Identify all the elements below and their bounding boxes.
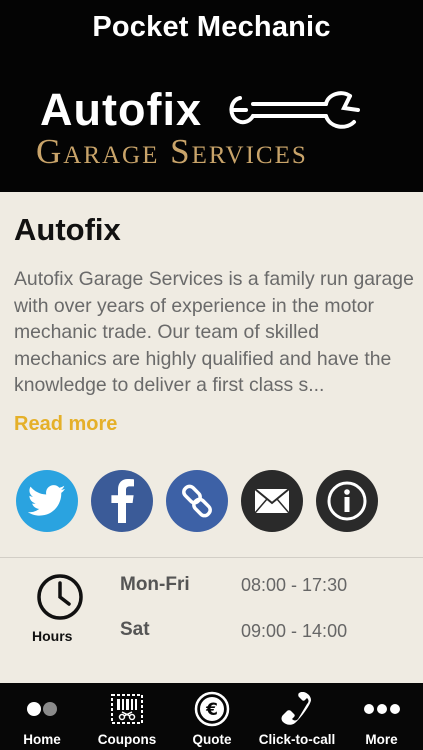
coupon-scissors-icon [111,694,143,724]
bottom-tab-bar: Home Coupons € Quote Click-to-call More [0,683,423,750]
dots-icon [27,702,57,716]
more-dots-icon [363,704,400,714]
tab-quote[interactable]: € Quote [170,683,254,750]
info-button[interactable] [316,470,378,532]
euro-coin-icon: € [194,691,230,727]
tab-label: Quote [192,732,232,747]
tab-coupons[interactable]: Coupons [84,683,170,750]
business-name: Autofix [14,212,121,247]
envelope-icon [254,488,290,514]
clock-icon [37,574,83,620]
app-header: Pocket Mechanic Autofix Garage Services [0,0,423,192]
tab-label: Coupons [97,732,157,747]
phone-icon [281,692,311,725]
tab-click-to-call[interactable]: Click-to-call [254,683,340,750]
facebook-f-icon [111,479,134,523]
tab-label: Home [23,732,61,747]
website-link-button[interactable] [166,470,228,532]
app-title: Pocket Mechanic [92,11,331,43]
social-links [14,470,414,532]
facebook-button[interactable] [91,470,153,532]
hours-label: Hours [32,628,73,644]
svg-text:€: € [205,700,218,720]
business-description: Autofix Garage Services is a family run … [14,268,414,396]
hours-time: 09:00 - 14:00 [241,621,348,641]
logo-wordmark: Autofix [40,84,202,135]
tab-label: Click-to-call [258,732,336,747]
tab-more[interactable]: More [340,683,423,750]
tab-label: More [365,732,398,747]
autofix-logo: Autofix Garage Services [0,80,423,180]
twitter-button[interactable] [16,470,78,532]
info-icon [327,481,367,521]
hours-time: 08:00 - 17:30 [241,575,348,595]
read-more-link[interactable]: Read more [14,413,117,436]
hours-day: Mon-Fri [120,574,190,595]
logo-subtitle: Garage Services [36,132,308,171]
tab-home[interactable]: Home [0,683,84,750]
wrench-icon [229,91,360,129]
hours-day: Sat [120,619,150,640]
twitter-bird-icon [28,485,66,516]
link-icon [182,484,212,518]
opening-hours: Hours Mon-Fri 08:00 - 17:30 Sat 09:00 - … [0,558,423,683]
email-button[interactable] [241,470,303,532]
